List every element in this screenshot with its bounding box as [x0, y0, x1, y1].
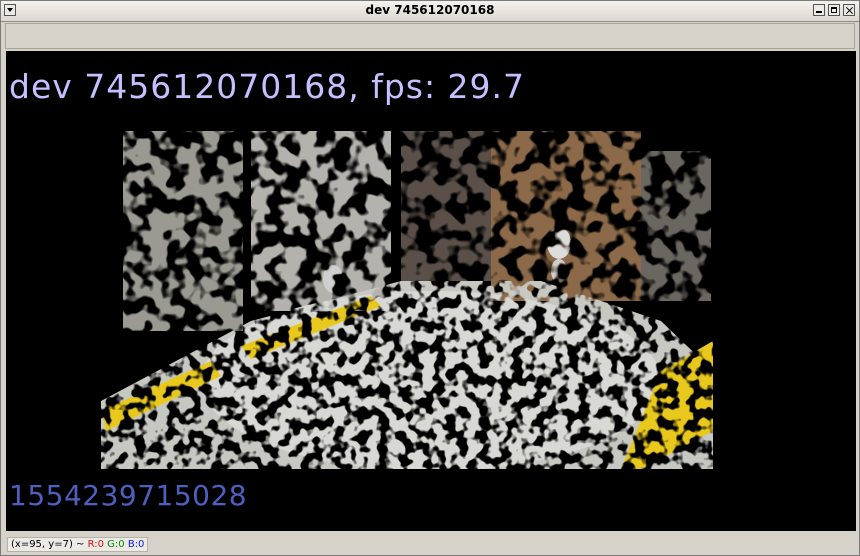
- red-value: R:0: [87, 539, 104, 550]
- depth-camera-frame: [101, 131, 713, 469]
- green-value: G:0: [107, 539, 125, 550]
- window-title: dev 745612070168: [365, 3, 495, 17]
- status-bar: (x=95, y=7) ~ R:0 G:0 B:0: [5, 533, 855, 553]
- maximize-icon[interactable]: [828, 4, 840, 16]
- toolbar: [5, 23, 855, 49]
- timestamp-overlay-text: 1554239715028: [9, 479, 248, 512]
- cursor-coords: (x=95, y=7) ~: [11, 539, 85, 550]
- blue-value: B:0: [127, 539, 145, 550]
- pixel-readout: (x=95, y=7) ~ R:0 G:0 B:0: [7, 537, 149, 552]
- close-icon[interactable]: [843, 4, 855, 16]
- fps-overlay-text: dev 745612070168, fps: 29.7: [9, 67, 526, 106]
- title-bar[interactable]: dev 745612070168: [1, 1, 859, 22]
- minimize-icon[interactable]: [813, 4, 825, 16]
- image-canvas[interactable]: dev 745612070168, fps: 29.7 155423971502…: [6, 51, 856, 531]
- app-window: dev 745612070168 dev 745612070168, fps: …: [0, 0, 860, 556]
